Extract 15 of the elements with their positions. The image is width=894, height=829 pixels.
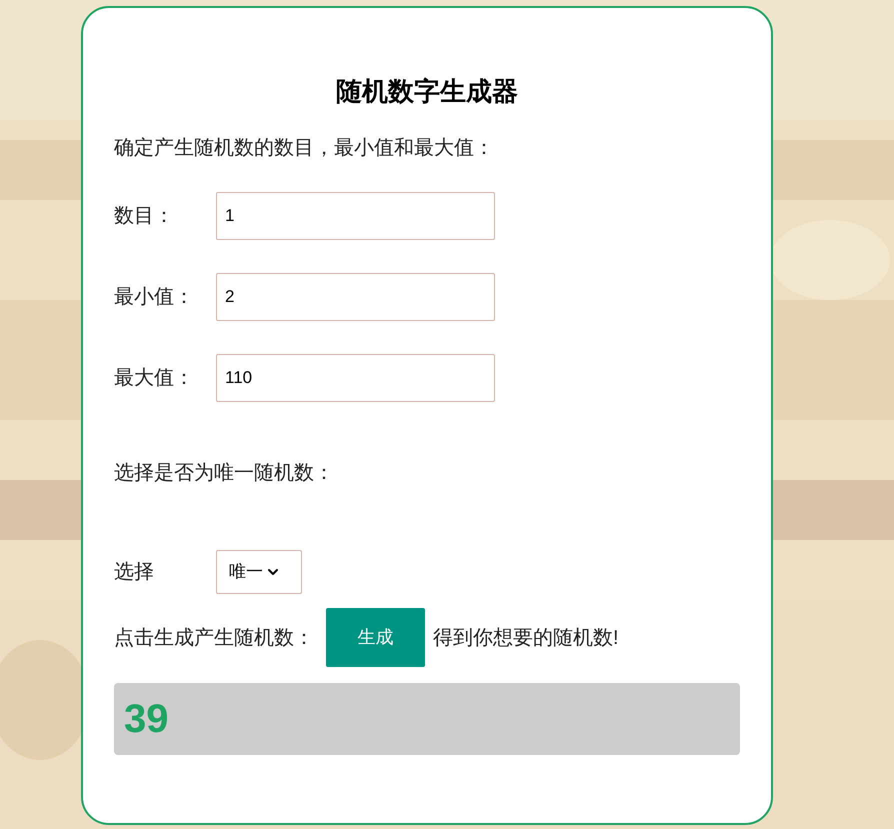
generate-suffix: 得到你想要的随机数! [433, 626, 619, 650]
generate-button[interactable]: 生成 [326, 608, 425, 667]
input-field[interactable]: 2 [216, 273, 495, 321]
input-field[interactable]: 110 [216, 354, 495, 402]
result-number: 39 [124, 696, 168, 743]
field-label: 最小值： [114, 285, 195, 310]
generate-prompt: 点击生成产生随机数： [114, 626, 314, 650]
intro-text: 确定产生随机数的数目，最小值和最大值： [114, 136, 494, 161]
input-field[interactable]: 1 [216, 192, 495, 240]
select-label: 选择 [114, 560, 155, 585]
unique-prompt: 选择是否为唯一随机数： [114, 461, 334, 486]
page-title: 随机数字生成器 [336, 75, 518, 108]
select-field[interactable]: 唯一 [216, 550, 302, 594]
field-label: 最大值： [114, 366, 195, 391]
field-label: 数目： [114, 204, 175, 229]
